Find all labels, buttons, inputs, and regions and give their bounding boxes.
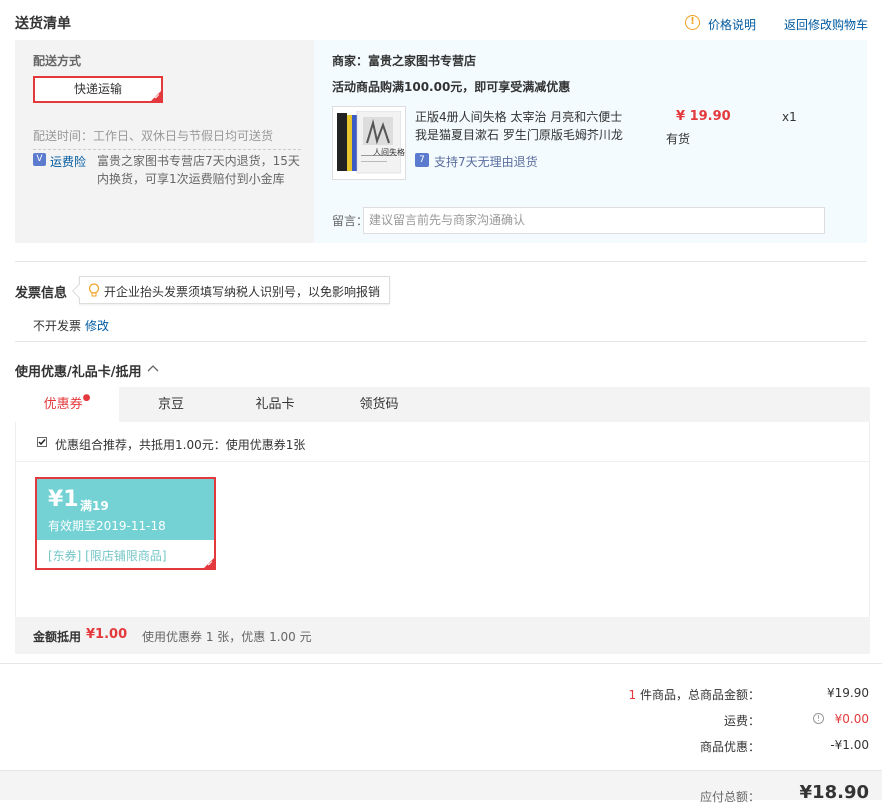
product-discount-amount: -¥1.00	[830, 738, 869, 752]
delivery-time: 配送时间：工作日、双休日与节假日均可送货	[33, 129, 274, 143]
tab-jingdou[interactable]: 京豆	[119, 387, 223, 422]
coupon-expiry: 有效期至2019-11-18	[48, 519, 166, 533]
selected-check-icon	[203, 557, 215, 569]
insurance-text-line1: 富贵之家图书专营店7天内退货，15天	[97, 154, 300, 168]
invoice-edit-link[interactable]: 修改	[85, 317, 109, 334]
return-policy[interactable]: 支持7天无理由退货	[434, 153, 538, 170]
divider	[33, 149, 301, 150]
return-policy-icon: 7	[415, 153, 429, 167]
invoice-tooltip: 开企业抬头发票须填写纳税人识别号，以免影响报销	[79, 276, 390, 304]
shipping-fee-amount: ¥0.00	[834, 712, 869, 726]
invoice-status: 不开发票	[33, 319, 82, 333]
lightbulb-icon	[88, 283, 100, 297]
invoice-tip-text: 开企业抬头发票须填写纳税人识别号，以免影响报销	[104, 285, 381, 299]
checkmark-icon	[38, 439, 46, 446]
combo-recommendation: 优惠组合推荐，共抵用1.00元：使用优惠券1张	[55, 438, 306, 452]
chevron-up-icon[interactable]	[147, 364, 159, 372]
coupon-tags: [东券] [限店铺限商品]	[48, 549, 167, 563]
express-shipping-label: 快递运输	[73, 82, 122, 96]
insurance-text-line2: 内换货，可享1次运费赔付到小金库	[97, 172, 285, 186]
coupon-header: ¥1 满19 有效期至2019-11-18	[37, 479, 214, 540]
warning-icon: !	[685, 15, 700, 30]
product-price: ¥ 19.90	[676, 109, 731, 124]
divider	[15, 341, 867, 342]
remark-input[interactable]: 建议留言前先与商家沟通确认	[363, 207, 825, 234]
summary-amount: ¥1.00	[86, 627, 128, 642]
divider	[16, 461, 869, 462]
shipping-fee-label: 运费：	[723, 714, 760, 728]
items-total-text: 件商品，总商品金额：	[639, 688, 760, 702]
product-image[interactable]: 人间失格	[332, 106, 406, 180]
coupon-card[interactable]: ¥1 满19 有效期至2019-11-18 [东券] [限店铺限商品]	[35, 477, 216, 570]
notification-dot-icon: ●	[82, 393, 91, 403]
express-shipping-button[interactable]: 快递运输	[33, 76, 163, 103]
divider	[15, 261, 867, 262]
summary-detail: 使用优惠券 1 张，优惠 1.00 元	[142, 630, 312, 644]
coupon-condition: 满19	[80, 499, 109, 513]
shop-name: 商家：富贵之家图书专营店	[332, 54, 477, 68]
payable-label: 应付总额：	[699, 790, 760, 804]
items-total-amount: ¥19.90	[827, 686, 869, 700]
shield-icon: V	[33, 153, 46, 166]
items-count: 1	[628, 688, 637, 702]
tab-claim-code[interactable]: 领货码	[327, 387, 431, 422]
selected-check-icon	[150, 90, 162, 102]
section-title-delivery: 送货清单	[15, 16, 71, 32]
shipping-insurance-link[interactable]: 运费险	[50, 153, 86, 170]
product-title-line1[interactable]: 正版4册人间失格 太宰治 月亮和六便士	[415, 108, 622, 125]
discount-tabs: 优惠券● 京豆 礼品卡 领货码	[15, 387, 870, 422]
invoice-title: 发票信息	[15, 286, 68, 301]
product-title-line2[interactable]: 我是猫夏目漱石 罗生门原版毛姆芥川龙	[415, 126, 623, 143]
tab-coupons-label: 优惠券	[43, 397, 83, 412]
stock-status: 有货	[666, 132, 691, 146]
shipping-method-label: 配送方式	[33, 54, 82, 68]
coupon-amount: ¥1	[48, 487, 79, 512]
discount-title[interactable]: 使用优惠/礼品卡/抵用	[15, 361, 142, 380]
book-cover-icon	[337, 110, 402, 174]
back-to-cart-link[interactable]: 返回修改购物车	[784, 16, 868, 33]
tab-coupons[interactable]: 优惠券●	[15, 387, 119, 422]
product-quantity: x1	[782, 110, 797, 124]
tab-gift-card[interactable]: 礼品卡	[223, 387, 327, 422]
book-cover-title: 人间失格	[373, 148, 405, 157]
divider	[0, 663, 882, 664]
product-discount-label: 商品优惠：	[699, 740, 760, 754]
summary-label: 金额抵用	[33, 630, 82, 644]
combo-checkbox[interactable]	[37, 437, 47, 447]
promo-text: 活动商品购满100.00元，即可享受满减优惠	[332, 80, 571, 94]
price-note-link[interactable]: 价格说明	[708, 16, 756, 33]
info-icon[interactable]: !	[813, 713, 824, 724]
items-total-label: 1 件商品，总商品金额：	[629, 686, 760, 703]
